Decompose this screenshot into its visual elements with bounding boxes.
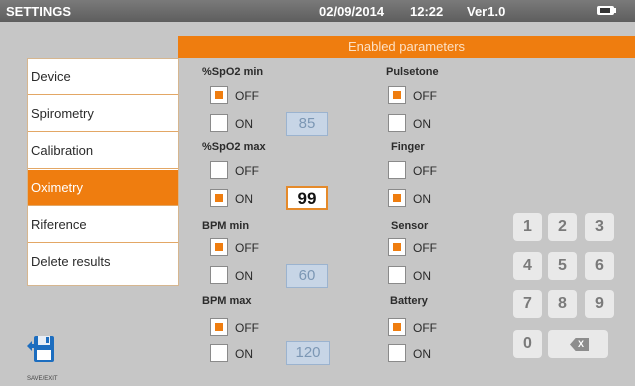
sensor-on-label: ON [413,269,431,283]
sidebar-item-calibration[interactable]: Calibration [28,133,178,169]
keypad-key-6[interactable]: 6 [585,252,614,280]
finger-off-checkbox[interactable] [388,161,406,179]
pulsetone-on-checkbox[interactable] [388,114,406,132]
title-bar: SETTINGS 02/09/2014 12:22 Ver1.0 [0,0,635,22]
spo2-min-on-label: ON [235,117,253,131]
sensor-title: Sensor [391,220,429,232]
battery-icon [597,6,614,15]
spo2-min-off-label: OFF [235,89,259,103]
spo2-max-off-label: OFF [235,164,259,178]
bpm-min-title: BPM min [202,220,250,232]
battery-off-checkbox[interactable] [388,318,406,336]
sensor-off-label: OFF [413,241,437,255]
keypad-key-2[interactable]: 2 [548,213,577,241]
spo2-max-value[interactable]: 99 [286,186,328,210]
spo2-max-on-label: ON [235,192,253,206]
finger-on-label: ON [413,192,431,206]
spo2-min-off-checkbox[interactable] [210,86,228,104]
window-title: SETTINGS [6,4,72,19]
bpm-min-on-label: ON [235,269,253,283]
sensor-on-checkbox[interactable] [388,266,406,284]
finger-title: Finger [391,141,425,153]
bpm-min-off-label: OFF [235,241,259,255]
pulsetone-off-label: OFF [413,89,437,103]
bpm-max-title: BPM max [202,295,252,307]
section-header: Enabled parameters [178,36,635,58]
spo2-min-value[interactable]: 85 [286,112,328,136]
sidebar: Device Spirometry Calibration Oximetry R… [27,58,179,286]
spo2-max-off-checkbox[interactable] [210,161,228,179]
sidebar-item-riference[interactable]: Riference [28,207,178,243]
sensor-off-checkbox[interactable] [388,238,406,256]
bpm-max-on-label: ON [235,347,253,361]
bpm-min-value[interactable]: 60 [286,264,328,288]
keypad-key-7[interactable]: 7 [513,290,542,318]
bpm-max-off-label: OFF [235,321,259,335]
finger-off-label: OFF [413,164,437,178]
bpm-max-on-checkbox[interactable] [210,344,228,362]
bpm-min-on-checkbox[interactable] [210,266,228,284]
keypad-key-4[interactable]: 4 [513,252,542,280]
keypad-key-3[interactable]: 3 [585,213,614,241]
battery-on-checkbox[interactable] [388,344,406,362]
save-exit-label: SAVE/EXIT [27,376,58,382]
spo2-min-title: %SpO2 min [202,66,264,78]
bpm-min-off-checkbox[interactable] [210,238,228,256]
pulsetone-title: Pulsetone [386,66,439,78]
battery-icon-tip [614,8,616,13]
sidebar-item-device[interactable]: Device [28,59,178,95]
sidebar-item-spirometry[interactable]: Spirometry [28,96,178,132]
sidebar-item-delete-results[interactable]: Delete results [28,244,178,280]
keypad-backspace-button[interactable]: X [548,330,608,358]
version-readout: Ver1.0 [467,4,506,19]
battery-on-label: ON [413,347,431,361]
battery-off-label: OFF [413,321,437,335]
sidebar-item-oximetry[interactable]: Oximetry [28,170,178,206]
date-readout: 02/09/2014 [319,4,385,19]
keypad-key-5[interactable]: 5 [548,252,577,280]
finger-on-checkbox[interactable] [388,189,406,207]
battery-title: Battery [390,295,428,307]
keypad-key-1[interactable]: 1 [513,213,542,241]
keypad-key-8[interactable]: 8 [548,290,577,318]
spo2-max-on-checkbox[interactable] [210,189,228,207]
time-readout: 12:22 [410,4,444,19]
bpm-max-off-checkbox[interactable] [210,318,228,336]
spo2-max-title: %SpO2 max [202,141,266,153]
pulsetone-on-label: ON [413,117,431,131]
save-exit-button[interactable]: SAVE/EXIT [27,330,58,382]
keypad-key-0[interactable]: 0 [513,330,542,358]
keypad-key-9[interactable]: 9 [585,290,614,318]
save-icon [27,336,54,362]
spo2-min-on-checkbox[interactable] [210,114,228,132]
pulsetone-off-checkbox[interactable] [388,86,406,104]
bpm-max-value[interactable]: 120 [286,341,330,365]
backspace-icon: X [570,338,589,351]
